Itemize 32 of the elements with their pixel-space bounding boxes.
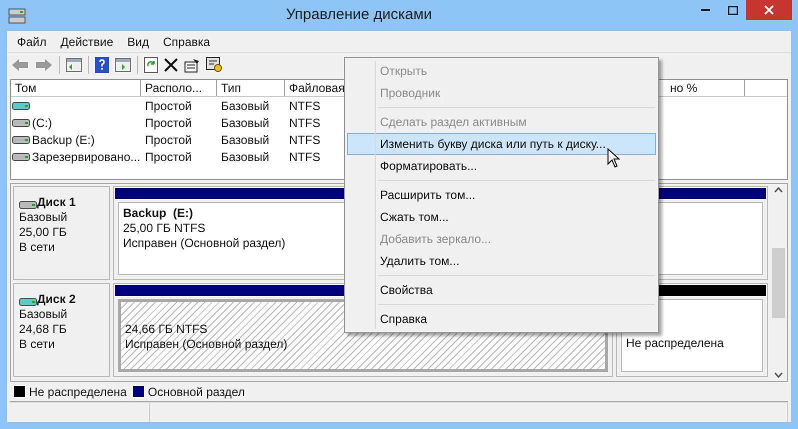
disk-size: 24,68 ГБ	[19, 322, 68, 337]
partition-size: 25,00 ГБ NTFS	[123, 221, 206, 236]
disk-name: Диск 2	[37, 292, 76, 307]
table-cell-text: Простой	[144, 148, 193, 166]
table-cell-text: NTFS	[288, 98, 322, 114]
table-cell-text: Простой	[144, 114, 193, 132]
table-cell-text: Простой	[144, 132, 193, 148]
table-cell-text: NTFS	[288, 132, 322, 148]
disk-status: В сети	[19, 337, 56, 352]
table-cell-text: Зарезервировано...	[32, 148, 140, 166]
table-cell-text: Базовый	[220, 114, 270, 132]
table-cell-text: NTFS	[288, 148, 322, 166]
disk-type: Базовый	[19, 307, 68, 322]
table-cell-text: (C:)	[32, 114, 52, 132]
table-cell-text: Backup (E:)	[32, 132, 95, 148]
disk-name: Диск 1	[37, 195, 76, 210]
window-title: Управление дисками	[284, 5, 434, 26]
legend-label: Не распределена	[29, 384, 127, 400]
partition-title: Backup (E:)	[123, 206, 194, 221]
legend-label: Основной раздел	[148, 384, 245, 400]
disk-size: 25,00 ГБ	[19, 225, 68, 240]
disk-status: В сети	[19, 240, 56, 255]
table-cell-text: Базовый	[220, 148, 270, 166]
table-cell-text: Базовый	[220, 98, 270, 114]
partition-status: Исправен (Основной раздел)	[125, 337, 288, 352]
disk-type: Базовый	[19, 210, 68, 225]
partition-size: 24,66 ГБ NTFS	[125, 322, 208, 337]
table-cell-text: Базовый	[220, 132, 270, 148]
partition-status: Не распределена	[626, 336, 724, 351]
table-cell-text: Простой	[144, 98, 193, 114]
partition-status: Исправен (Основной раздел)	[123, 236, 286, 251]
table-cell-text: NTFS	[288, 114, 322, 132]
